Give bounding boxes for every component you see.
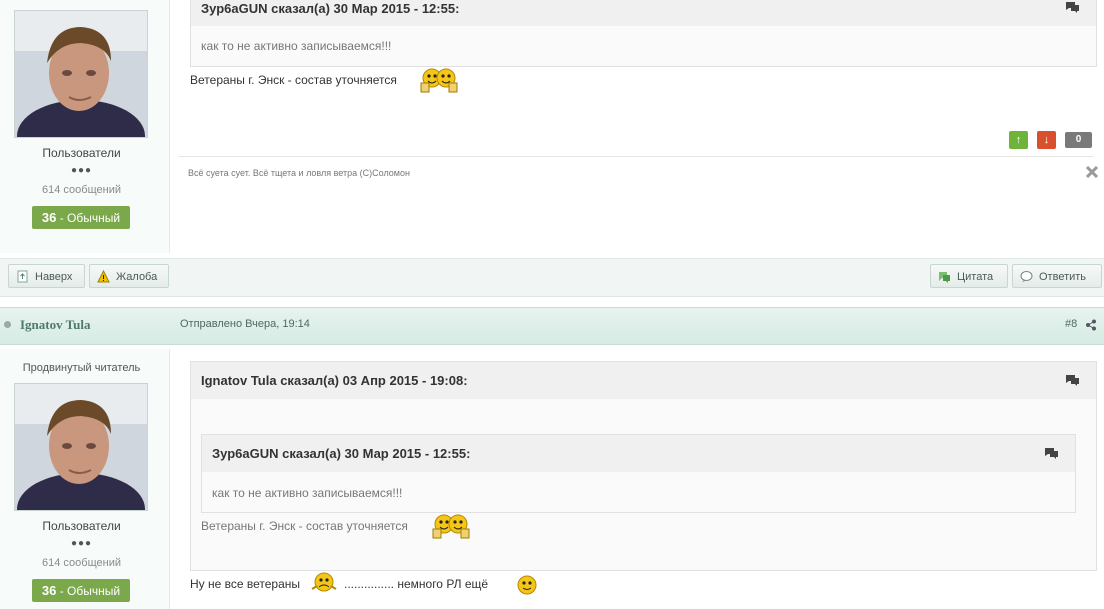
post1-quote-body: как то не активно записываемся!!! (201, 39, 392, 53)
quote-icon (939, 272, 950, 283)
chat-bubble-icon[interactable] (1065, 374, 1080, 386)
post2-header (0, 307, 1104, 345)
post2-inner-quote-body: как то не активно записываемся!!! (212, 486, 403, 500)
post1-rep-label: - Обычный (59, 211, 121, 225)
post1-post-count: 614 сообщений (42, 184, 121, 196)
post2-rep-value: 36 (41, 583, 57, 598)
post2-outer-quote-citation: Ignatov Tula сказал(а) 03 Апр 2015 - 19:… (201, 373, 468, 388)
back-to-top-label: Наверх (35, 271, 73, 283)
report-button[interactable]: Жалоба (89, 264, 169, 288)
post2-outer-quote-header: Ignatov Tula сказал(а) 03 Апр 2015 - 19:… (191, 362, 1096, 399)
chat-bubble-icon[interactable] (1065, 1, 1080, 13)
post1-quote: Зур6аGUN сказал(а) 30 Мар 2015 - 12:55: … (190, 0, 1097, 67)
post1-quote-header: Зур6аGUN сказал(а) 30 Мар 2015 - 12:55: (191, 0, 1096, 26)
post2-text-part2: ............... немного РЛ ещё (344, 577, 489, 591)
post2-number-link[interactable]: #8 (1065, 318, 1077, 330)
post1-quote-citation: Зур6аGUN сказал(а) 30 Мар 2015 - 12:55: (201, 1, 460, 16)
page-up-icon (17, 270, 28, 283)
close-icon[interactable] (1086, 166, 1098, 178)
post1-text: Ветераны г. Энск - состав уточняется (190, 73, 397, 87)
vote-score: 0 (1065, 132, 1092, 148)
sad-smiley-icon (311, 572, 337, 592)
warning-icon (97, 270, 110, 283)
share-icon[interactable] (1085, 319, 1097, 331)
smiley-icon (517, 575, 537, 595)
cheers-smiley-icon (420, 68, 458, 93)
reply-button[interactable]: Ответить (1012, 264, 1102, 288)
post2-post-count: 614 сообщений (42, 557, 121, 569)
post2-outer-quote: Ignatov Tula сказал(а) 03 Апр 2015 - 19:… (190, 361, 1097, 571)
post2-posted-date: Отправлено Вчера, 19:14 (180, 318, 310, 330)
signature-divider (178, 156, 1094, 157)
reply-icon (1020, 271, 1033, 282)
post2-rank-title: Продвинутый читатель (22, 362, 141, 374)
post1-rank-pips: ●●● (70, 165, 93, 176)
report-label: Жалоба (116, 271, 158, 283)
post2-inner-quote: Зур6аGUN сказал(а) 30 Мар 2015 - 12:55: … (201, 434, 1076, 513)
post2-reputation-badge: 36 - Обычный (32, 579, 130, 602)
quote-label: Цитата (957, 271, 994, 283)
quote-button[interactable]: Цитата (930, 264, 1008, 288)
post1-reputation-badge: 36 - Обычный (32, 206, 130, 229)
post2-group: Пользователи (42, 519, 121, 533)
vote-up-button[interactable]: ↑ (1009, 131, 1028, 149)
online-status-dot (4, 321, 11, 328)
post2-inner-quote-citation: Зур6аGUN сказал(а) 30 Мар 2015 - 12:55: (212, 446, 471, 461)
post1-rep-value: 36 (41, 210, 57, 225)
post2-inner-quote-header: Зур6аGUN сказал(а) 30 Мар 2015 - 12:55: (202, 435, 1075, 472)
post2-rep-label: - Обычный (59, 584, 121, 598)
post2-text-part1: Ну не все ветераны (190, 577, 301, 591)
vote-down-button[interactable]: ↓ (1037, 131, 1056, 149)
back-to-top-button[interactable]: Наверх (8, 264, 85, 288)
cheers-smiley-icon (432, 514, 470, 539)
post2-avatar[interactable] (14, 383, 148, 511)
chat-bubble-icon[interactable] (1044, 447, 1059, 459)
post2-rank-pips: ●●● (70, 538, 93, 549)
post2-outer-quote-text: Ветераны г. Энск - состав уточняется (201, 519, 408, 533)
post1-avatar[interactable] (14, 10, 148, 138)
reply-label: Ответить (1039, 271, 1087, 283)
post1-signature: Всё суета сует. Всё тщета и ловля ветра … (188, 168, 410, 178)
post1-group: Пользователи (42, 146, 121, 160)
post2-author-link[interactable]: Ignatov Tula (20, 317, 90, 333)
